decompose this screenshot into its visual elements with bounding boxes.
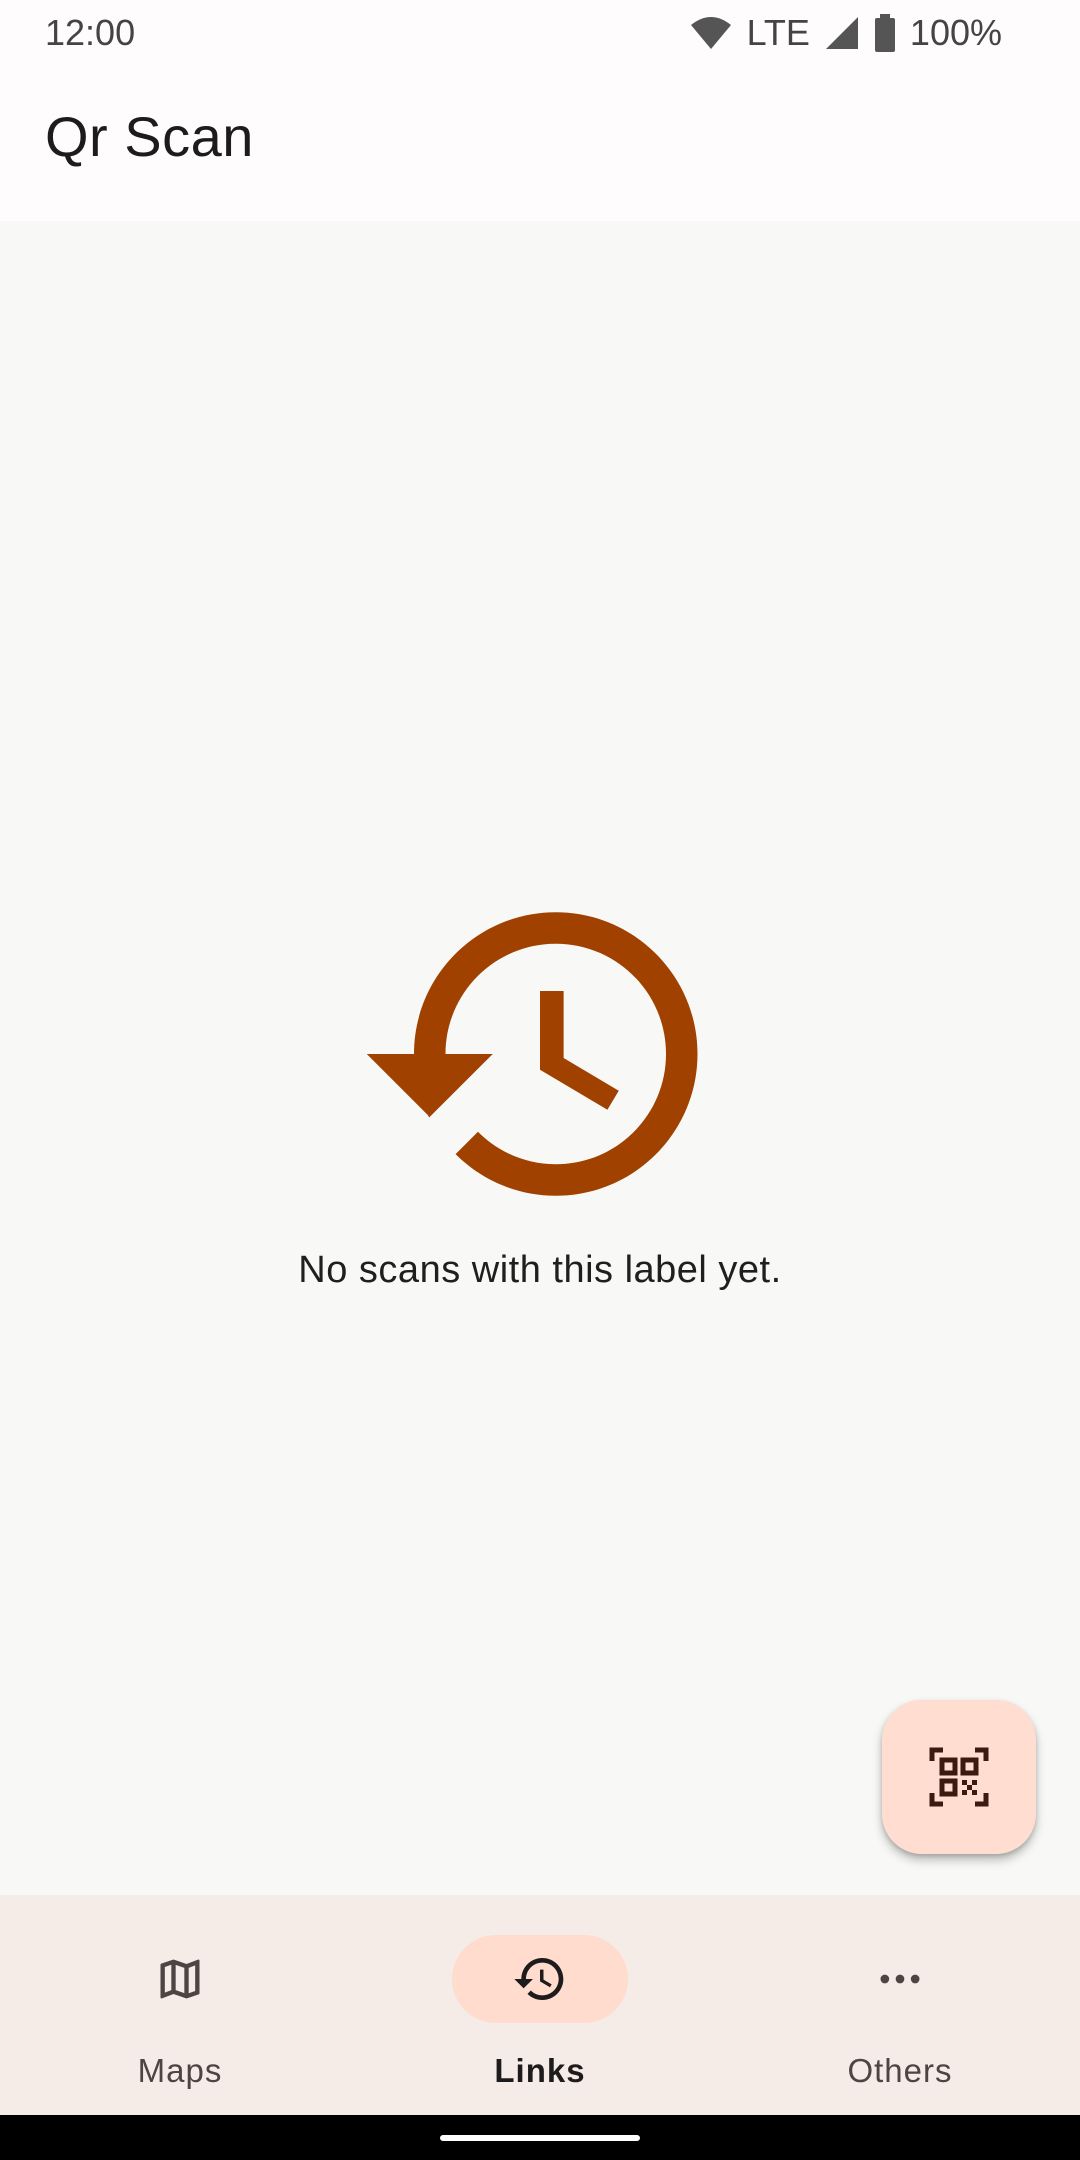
empty-state-message: No scans with this label yet. bbox=[298, 1249, 782, 1291]
nav-label-maps: Maps bbox=[137, 2052, 223, 2089]
map-icon bbox=[160, 1959, 200, 1999]
wifi-icon bbox=[690, 17, 731, 49]
history-icon bbox=[366, 912, 698, 1196]
qr-scan-icon bbox=[929, 1747, 989, 1807]
battery-level: 100% bbox=[909, 12, 1002, 53]
page-title: Qr Scan bbox=[45, 105, 254, 168]
network-type: LTE bbox=[746, 12, 810, 53]
more-horizontal-icon bbox=[880, 1974, 920, 1984]
signal-icon bbox=[825, 17, 858, 49]
nav-item-maps[interactable]: Maps bbox=[0, 1895, 360, 2115]
status-icons: LTE 100% bbox=[689, 12, 1002, 54]
nav-item-others[interactable]: Others bbox=[720, 1895, 1080, 2115]
main-content: No scans with this label yet. bbox=[0, 221, 1080, 1895]
system-navigation-bar bbox=[0, 2115, 1080, 2160]
nav-label-others: Others bbox=[847, 2052, 953, 2089]
status-bar: 12:00 LTE 100% bbox=[0, 0, 1080, 66]
nav-label-links: Links bbox=[494, 2052, 586, 2089]
history-icon bbox=[514, 1958, 564, 2000]
bottom-navigation: Maps Links Others bbox=[0, 1895, 1080, 2115]
nav-indicator-maps bbox=[92, 1935, 268, 2023]
scan-qr-button[interactable] bbox=[882, 1700, 1036, 1854]
home-gesture-handle[interactable] bbox=[440, 2135, 640, 2141]
app-bar: Qr Scan bbox=[0, 66, 1080, 221]
status-time: 12:00 bbox=[45, 12, 136, 53]
nav-indicator-others bbox=[812, 1935, 988, 2023]
battery-icon bbox=[874, 14, 895, 52]
nav-indicator-links bbox=[452, 1935, 628, 2023]
nav-item-links[interactable]: Links bbox=[360, 1895, 720, 2115]
